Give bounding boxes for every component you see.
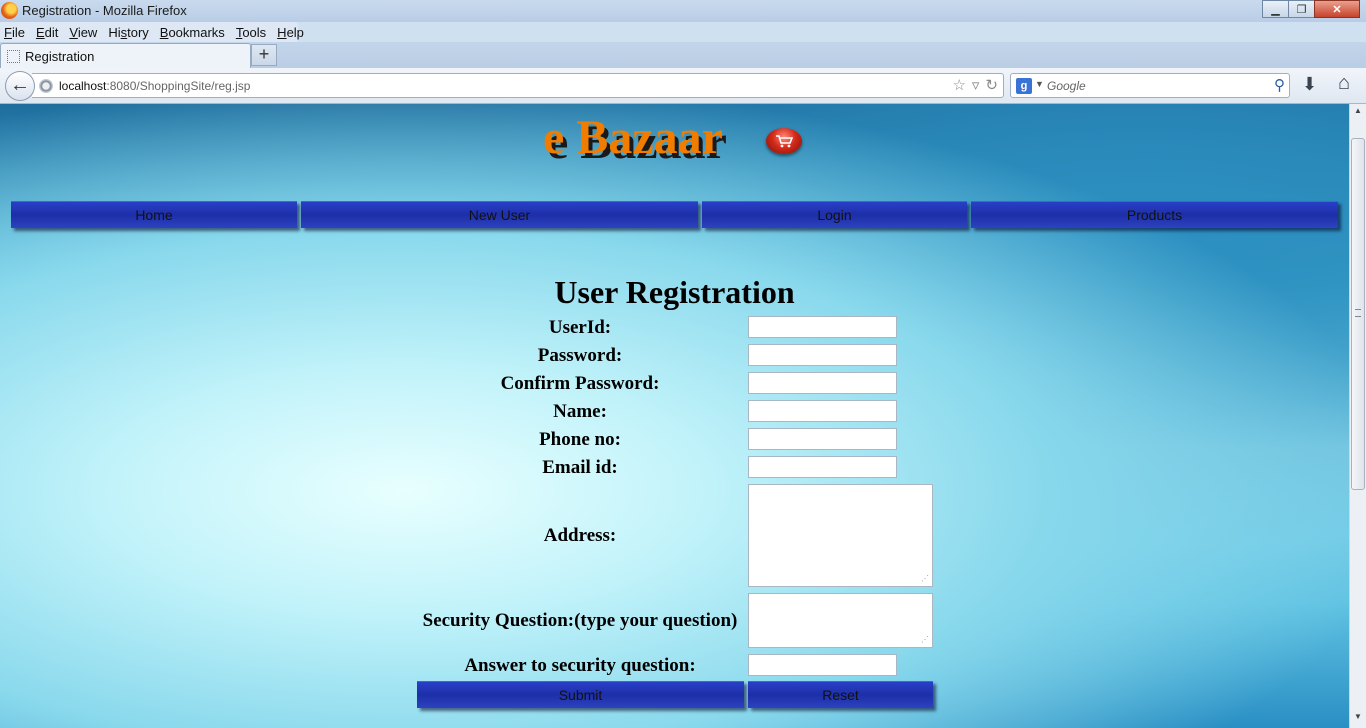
new-tab-button[interactable]: + (251, 44, 277, 66)
close-button[interactable]: ✕ (1314, 0, 1360, 18)
page-title: User Registration (554, 274, 795, 310)
url-bar[interactable]: localhost:8080/ShoppingSite/reg.jsp ☆ ▿ … (32, 73, 1004, 98)
globe-icon (39, 79, 53, 93)
reset-button[interactable]: Reset (748, 681, 933, 708)
confirm-password-label: Confirm Password: (500, 373, 660, 394)
search-icon[interactable]: ⚲ (1274, 76, 1285, 94)
nav-products[interactable]: Products (971, 201, 1338, 228)
resize-grip-icon[interactable]: ⋰ (921, 574, 929, 583)
tab-label: Registration (25, 49, 95, 64)
search-bar[interactable]: g ▼ Google ⚲ (1010, 73, 1290, 98)
window-titlebar: Registration - Mozilla Firefox ▁ ❐ ✕ (0, 0, 1366, 22)
name-field[interactable] (748, 400, 897, 422)
engine-dropdown-icon[interactable]: ▼ (1035, 79, 1044, 89)
security-question-field[interactable]: ⋰ (748, 593, 933, 648)
site-logo: e Bazaar (543, 111, 723, 164)
userid-field[interactable] (748, 316, 897, 338)
scroll-up-icon[interactable]: ▲ (1352, 106, 1364, 120)
window-controls: ▁ ❐ ✕ (1262, 0, 1360, 18)
confirm-password-field[interactable] (748, 372, 897, 394)
phone-field[interactable] (748, 428, 897, 450)
url-actions: ☆ ▿ ↻ (952, 76, 998, 94)
back-button[interactable]: ← (5, 71, 35, 101)
resize-grip-icon[interactable]: ⋰ (921, 635, 929, 644)
nav-home[interactable]: Home (11, 201, 297, 228)
scroll-thumb[interactable] (1351, 138, 1365, 490)
history-dropdown-icon[interactable]: ▿ (972, 76, 980, 94)
search-placeholder: Google (1047, 79, 1086, 93)
download-icon[interactable]: ⬇ (1302, 74, 1317, 95)
maximize-button[interactable]: ❐ (1288, 0, 1315, 18)
minimize-button[interactable]: ▁ (1262, 0, 1289, 18)
address-label: Address: (543, 525, 617, 546)
page-viewport: e Bazaar Home New User Login Products Us… (0, 104, 1349, 728)
userid-label: UserId: (548, 317, 612, 338)
menu-bar: File Edit View History Bookmarks Tools Help (0, 22, 304, 42)
nav-login[interactable]: Login (702, 201, 967, 228)
navigation-toolbar: localhost:8080/ShoppingSite/reg.jsp ☆ ▿ … (0, 68, 1366, 104)
scroll-down-icon[interactable]: ▼ (1352, 712, 1364, 726)
menu-help[interactable]: Help (277, 25, 304, 40)
url-path: :8080/ShoppingSite/reg.jsp (106, 79, 251, 93)
password-label: Password: (537, 345, 623, 366)
menu-tools[interactable]: Tools (236, 25, 266, 40)
cart-icon (766, 128, 802, 154)
url-host: localhost (59, 79, 107, 93)
menu-bookmarks[interactable]: Bookmarks (160, 25, 225, 40)
tab-strip: Registration + (0, 42, 1366, 69)
password-field[interactable] (748, 344, 897, 366)
tab-registration[interactable]: Registration (0, 43, 251, 69)
submit-button[interactable]: Submit (417, 681, 744, 708)
name-label: Name: (553, 401, 607, 422)
phone-label: Phone no: (539, 429, 621, 450)
firefox-logo-icon (1, 2, 18, 19)
menu-file[interactable]: File (4, 25, 25, 40)
nav-new-user[interactable]: New User (301, 201, 698, 228)
bookmark-star-icon[interactable]: ☆ (952, 76, 965, 94)
answer-field[interactable] (748, 654, 897, 676)
answer-label: Answer to security question: (464, 655, 696, 676)
menu-view[interactable]: View (69, 25, 97, 40)
menu-history[interactable]: History (108, 25, 148, 40)
security-question-label: Security Question:(type your question) (422, 610, 738, 631)
url-text: localhost:8080/ShoppingSite/reg.jsp (59, 79, 250, 93)
address-field[interactable]: ⋰ (748, 484, 933, 587)
menu-edit[interactable]: Edit (36, 25, 58, 40)
home-icon[interactable]: ⌂ (1338, 72, 1350, 95)
reload-icon[interactable]: ↻ (985, 76, 998, 94)
email-label: Email id: (542, 457, 618, 478)
grip-icon (1355, 309, 1361, 317)
google-icon[interactable]: g (1016, 78, 1032, 94)
page-icon (7, 50, 20, 63)
vertical-scrollbar[interactable]: ▲ ▼ (1349, 104, 1366, 728)
window-title: Registration - Mozilla Firefox (22, 3, 187, 18)
email-field[interactable] (748, 456, 897, 478)
